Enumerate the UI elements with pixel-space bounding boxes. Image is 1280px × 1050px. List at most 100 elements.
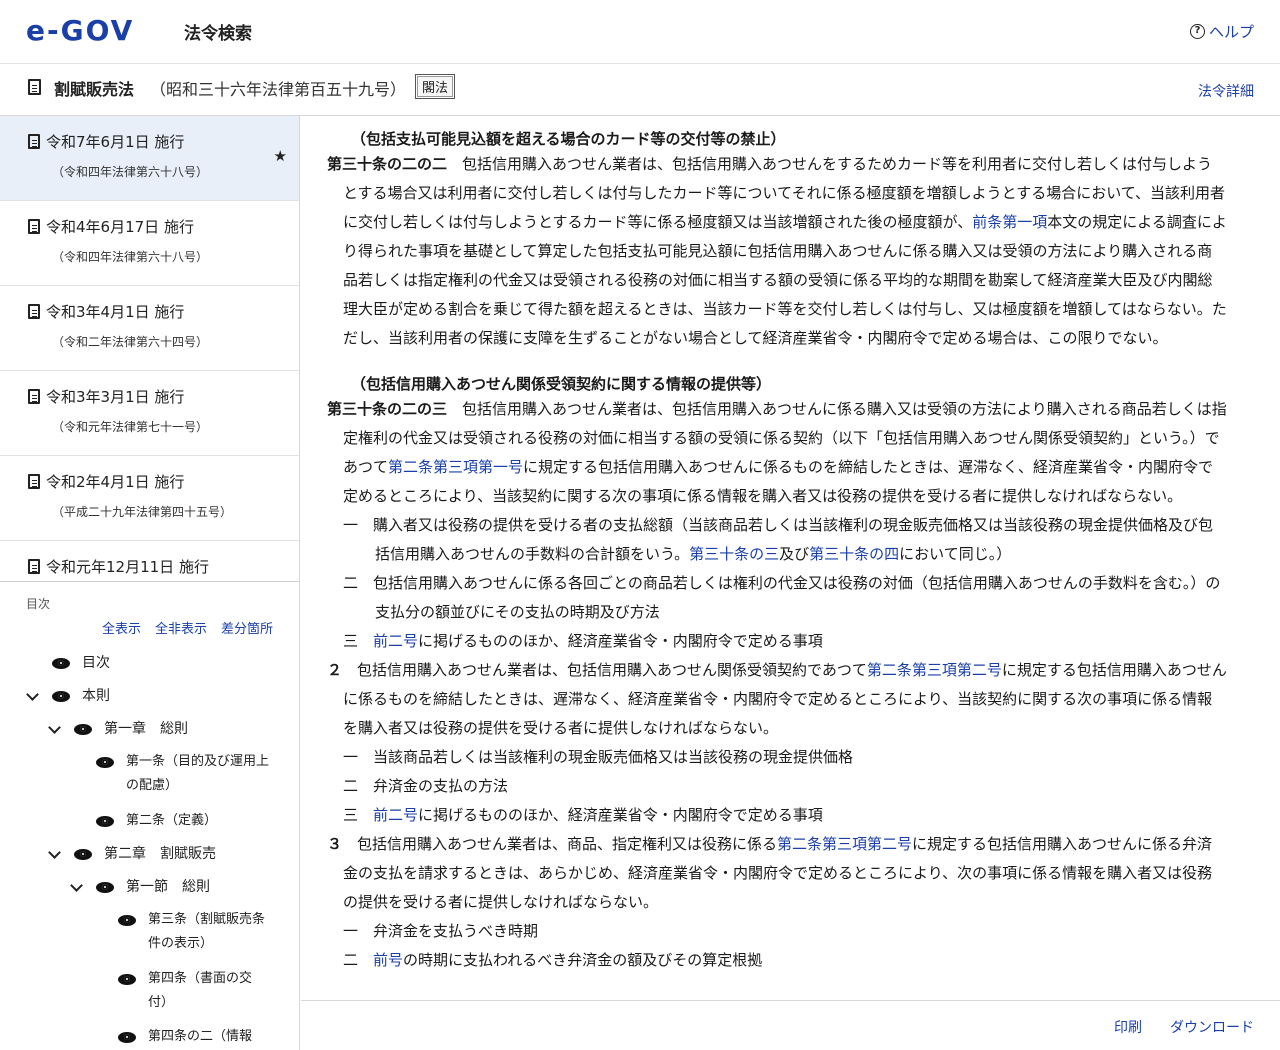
help-icon: ? xyxy=(1189,24,1205,39)
version-item[interactable]: 令和元年12月11日 施行 xyxy=(0,541,299,581)
egov-logo[interactable]: e-GOV xyxy=(26,16,134,46)
law-reference-link[interactable]: 前条第一項 xyxy=(972,213,1047,231)
chevron-down-icon[interactable] xyxy=(48,721,61,734)
version-date: 令和元年12月11日 施行 xyxy=(46,558,209,576)
item-text: において同じ。） xyxy=(899,545,1012,563)
toc-item[interactable]: 第二条（定義） xyxy=(96,809,276,833)
version-item[interactable]: 令和3年3月1日 施行 （令和元年法律第七十一号） xyxy=(0,371,299,456)
eye-icon[interactable] xyxy=(96,882,114,893)
item-number: 二 xyxy=(343,777,359,795)
article-caption: （包括支払可能見込額を超える場合のカード等の交付等の禁止） xyxy=(351,130,786,148)
logo-text: e-GOV xyxy=(26,14,135,47)
eye-icon[interactable] xyxy=(118,974,136,985)
toc-item[interactable]: 第一条（目的及び運用上の配慮） xyxy=(96,750,276,798)
article: 第三十条の二の三 包括信用購入あつせん業者は、包括信用購入あつせんに係る購入又は… xyxy=(327,395,1227,511)
version-item[interactable]: 令和3年4月1日 施行 （令和二年法律第六十四号） xyxy=(0,286,299,371)
site-name: 法令検索 xyxy=(184,24,252,44)
item-number: 一 xyxy=(343,748,359,766)
law-text: （包括支払可能見込額を超える場合のカード等の交付等の禁止） 第三十条の二の二 包… xyxy=(327,124,1227,975)
toc-item-label: 第一節 総則 xyxy=(126,879,210,895)
toc-item[interactable]: 目次 xyxy=(52,651,282,675)
show-all-link[interactable]: 全表示 xyxy=(102,618,141,637)
help-link[interactable]: ? ヘルプ xyxy=(1189,21,1254,42)
version-item[interactable]: 令和2年4月1日 施行 （平成二十九年法律第四十五号） xyxy=(0,456,299,541)
version-law: （令和四年法律第六十八号） xyxy=(52,250,209,264)
law-reference-link[interactable]: 第三十条の三 xyxy=(689,545,779,563)
eye-icon[interactable] xyxy=(52,691,70,702)
version-list[interactable]: 令和7年6月1日 施行 （令和四年法律第六十八号） ★ 令和4年6月17日 施行… xyxy=(0,116,299,582)
eye-icon[interactable] xyxy=(118,915,136,926)
item-text: 弁済金の支払の方法 xyxy=(358,777,509,795)
article-number: 第三十条の二の三 xyxy=(327,400,448,418)
item-number: 一 xyxy=(343,922,359,940)
star-icon: ★ xyxy=(273,147,287,165)
footer-links: 印刷 ダウンロード xyxy=(1114,1017,1254,1037)
toc-item[interactable]: 第四条の二（情報 xyxy=(118,1025,278,1049)
item-number: 二 xyxy=(343,574,359,592)
law-title: 割賦販売法 xyxy=(54,80,135,99)
print-link[interactable]: 印刷 xyxy=(1114,1017,1142,1037)
toc-item[interactable]: 第一節 総則 xyxy=(96,875,286,899)
paragraph: ３ 包括信用購入あつせん業者は、商品、指定権利又は役務に係る第二条第三項第二号に… xyxy=(327,830,1227,917)
version-law: （平成二十九年法律第四十五号） xyxy=(52,505,233,519)
law-reference-link[interactable]: 前二号 xyxy=(373,632,418,650)
version-item[interactable]: 令和7年6月1日 施行 （令和四年法律第六十八号） ★ xyxy=(0,116,299,201)
document-icon xyxy=(28,79,41,95)
eye-icon[interactable] xyxy=(118,1032,136,1043)
toc-item-label: 第二章 割賦販売 xyxy=(104,846,216,862)
item-number: 三 xyxy=(343,632,359,650)
toc-item[interactable]: 第一章 総則 xyxy=(74,717,284,741)
law-number: （昭和三十六年法律第百五十九号） xyxy=(150,80,407,99)
version-item[interactable]: 令和4年6月17日 施行 （令和四年法律第六十八号） xyxy=(0,201,299,286)
law-title-bar: 割賦販売法 （昭和三十六年法律第百五十九号） 閣法 法令詳細 xyxy=(0,64,1280,116)
article: 第三十条の二の二 包括信用購入あつせん業者は、包括信用購入あつせんをするためカー… xyxy=(327,150,1227,353)
article-item: 二 包括信用購入あつせんに係る各回ごとの商品若しくは権利の代金又は役務の対価（包… xyxy=(343,569,1227,627)
chevron-down-icon[interactable] xyxy=(48,846,61,859)
toc-item-label: 第二条（定義） xyxy=(126,813,218,828)
eye-icon[interactable] xyxy=(52,658,70,669)
law-reference-link[interactable]: 第二条第三項第一号 xyxy=(388,458,523,476)
article-text: 本文の規定による調査により得られた事項を基礎として算定した包括支払可能見込額に包… xyxy=(343,213,1227,347)
toc-item[interactable]: 第四条（書面の交付） xyxy=(118,967,278,1015)
article-caption: （包括信用購入あつせん関係受領契約に関する情報の提供等） xyxy=(351,375,772,393)
eye-icon[interactable] xyxy=(96,816,114,827)
paragraph-text: 包括信用購入あつせん業者は、包括信用購入あつせん関係受領契約であつて xyxy=(342,661,867,679)
diff-link[interactable]: 差分箇所 xyxy=(221,618,273,637)
toc-item-label: 本則 xyxy=(82,688,110,704)
document-icon xyxy=(28,559,40,574)
law-detail-link[interactable]: 法令詳細 xyxy=(1198,81,1254,101)
toc-item[interactable]: 第三条（割賦販売条件の表示） xyxy=(118,908,278,956)
toc-item[interactable]: 本則 xyxy=(52,684,282,708)
item-text: に掲げるもののほか、経済産業省令・内閣府令で定める事項 xyxy=(418,632,823,650)
paragraph-number: ２ xyxy=(327,661,343,679)
toc-item[interactable]: 第二章 割賦販売 xyxy=(74,842,284,866)
hide-all-link[interactable]: 全非表示 xyxy=(155,618,207,637)
law-reference-link[interactable]: 前号 xyxy=(373,951,403,969)
eye-icon[interactable] xyxy=(74,724,92,735)
law-content-pane[interactable]: （包括支払可能見込額を超える場合のカード等の交付等の禁止） 第三十条の二の二 包… xyxy=(301,116,1280,1000)
top-header: e-GOV 法令検索 ? ヘルプ xyxy=(0,0,1280,64)
toc-actions: 全表示 全非表示 差分箇所 xyxy=(102,618,273,637)
item-text: に掲げるもののほか、経済産業省令・内閣府令で定める事項 xyxy=(418,806,823,824)
version-law: （令和元年法律第七十一号） xyxy=(52,420,209,434)
law-reference-link[interactable]: 第三十条の四 xyxy=(809,545,899,563)
item-text: の時期に支払われるべき弁済金の額及びその算定根拠 xyxy=(403,951,763,969)
law-reference-link[interactable]: 前二号 xyxy=(373,806,418,824)
document-icon xyxy=(28,304,40,319)
chevron-down-icon[interactable] xyxy=(26,688,39,701)
document-icon xyxy=(28,219,40,234)
version-law: （令和二年法律第六十四号） xyxy=(52,335,209,349)
download-link[interactable]: ダウンロード xyxy=(1170,1017,1254,1037)
eye-icon[interactable] xyxy=(96,757,114,768)
law-reference-link[interactable]: 第二条第三項第二号 xyxy=(867,661,1002,679)
item-text: 包括信用購入あつせんに係る各回ごとの商品若しくは権利の代金又は役務の対価（包括信… xyxy=(358,574,1221,621)
eye-icon[interactable] xyxy=(74,849,92,860)
document-icon xyxy=(28,389,40,404)
article-number: 第三十条の二の二 xyxy=(327,155,448,173)
sidebar: 令和7年6月1日 施行 （令和四年法律第六十八号） ★ 令和4年6月17日 施行… xyxy=(0,116,300,1050)
article-item: 一 弁済金を支払うべき時期 xyxy=(343,917,1227,946)
chevron-down-icon[interactable] xyxy=(70,879,83,892)
article-item: 一 当該商品若しくは当該権利の現金販売価格又は当該役務の現金提供価格 xyxy=(343,743,1227,772)
document-icon xyxy=(28,134,40,149)
law-reference-link[interactable]: 第二条第三項第二号 xyxy=(777,835,912,853)
